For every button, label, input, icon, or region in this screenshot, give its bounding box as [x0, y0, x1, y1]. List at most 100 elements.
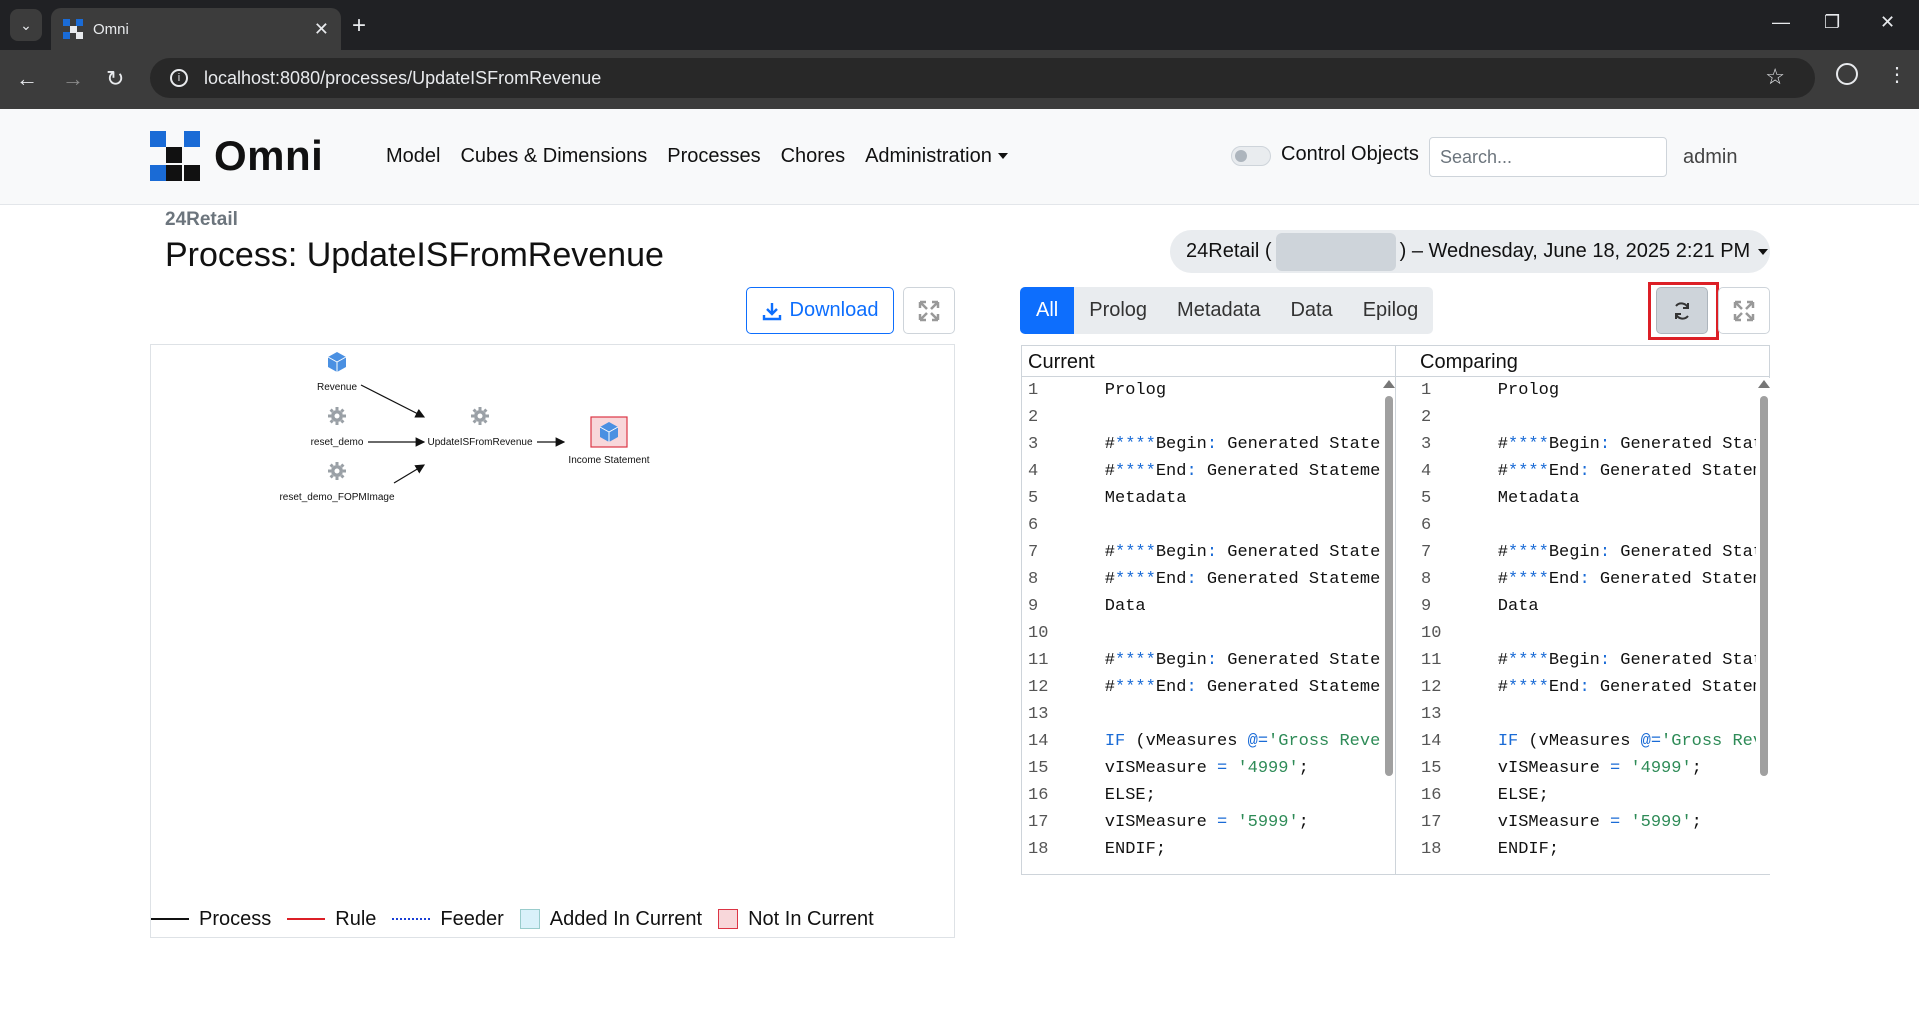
tab-close-icon[interactable]: ✕ [314, 19, 329, 40]
code-line: 13 [1415, 701, 1770, 728]
code-line: 9 Data [1022, 593, 1395, 620]
comparing-scrollbar[interactable] [1756, 378, 1770, 874]
version-selector[interactable]: 24Retail ( ) – Wednesday, June 18, 2025 … [1170, 230, 1770, 273]
line-number: 9 [1028, 597, 1039, 616]
line-number: 6 [1421, 516, 1432, 535]
back-icon[interactable]: ← [16, 66, 38, 92]
logo-text: Omni [214, 132, 324, 179]
nav-processes[interactable]: Processes [667, 145, 760, 168]
tab-all[interactable]: All [1020, 287, 1075, 334]
line-number: 14 [1421, 732, 1442, 751]
code-line: 15 vISMeasure = '4999'; [1415, 755, 1770, 782]
control-objects-toggle[interactable] [1231, 146, 1271, 166]
code-line: 6 [1415, 512, 1770, 539]
code-line: 6 [1022, 512, 1395, 539]
code-line: 7 #****Begin: Generated Stateme [1415, 539, 1770, 566]
browser-tab[interactable]: Omni ✕ [51, 8, 341, 50]
line-number: 9 [1421, 597, 1432, 616]
site-info-icon[interactable]: i [170, 69, 188, 87]
profile-icon[interactable] [1836, 63, 1858, 85]
line-number: 11 [1028, 651, 1049, 670]
omni-logo[interactable]: Omni [150, 131, 323, 181]
line-number: 12 [1028, 678, 1049, 697]
line-number: 18 [1028, 840, 1049, 859]
browser-tabbar: ⌄ Omni ✕ + — ❐ ✕ [0, 0, 1919, 50]
legend-not-in-current: Not In Current [718, 908, 874, 931]
current-scrollbar[interactable] [1381, 378, 1395, 874]
code-line: 11 #****Begin: Generated Statement [1022, 647, 1395, 674]
app-header: Omni Model Cubes & Dimensions Processes … [0, 109, 1919, 205]
restore-icon[interactable]: ❐ [1824, 12, 1840, 33]
line-number: 14 [1028, 732, 1049, 751]
code-line: 3 #****Begin: Generated Stateme [1415, 431, 1770, 458]
code-line: 4 #****End: Generated Statements* [1022, 458, 1395, 485]
expand-icon [1733, 300, 1755, 321]
legend-process: Process [151, 908, 271, 931]
diff-fullscreen-button[interactable] [1718, 287, 1770, 334]
line-number: 6 [1028, 516, 1039, 535]
download-button[interactable]: Download [746, 287, 894, 334]
line-number: 15 [1421, 759, 1442, 778]
user-menu[interactable]: admin [1683, 146, 1737, 169]
tab-search-icon[interactable]: ⌄ [10, 9, 42, 41]
node-label-income-statement: Income Statement [568, 455, 650, 466]
line-number: 17 [1421, 813, 1442, 832]
search-input[interactable] [1429, 137, 1667, 177]
tab-data[interactable]: Data [1275, 287, 1347, 334]
tab-prolog[interactable]: Prolog [1074, 287, 1162, 334]
line-number: 10 [1028, 624, 1049, 643]
browser-menu-icon[interactable]: ⋮ [1887, 62, 1907, 87]
nav-chores[interactable]: Chores [781, 145, 845, 168]
forward-icon[interactable]: → [62, 66, 84, 92]
current-code[interactable]: 1 Prolog 2 3 #****Begin: Generated State… [1022, 377, 1395, 863]
code-line: 2 [1415, 404, 1770, 431]
code-line: 18 ENDIF; [1415, 836, 1770, 863]
line-number: 8 [1421, 570, 1432, 589]
tab-metadata[interactable]: Metadata [1162, 287, 1275, 334]
code-line: 17 vISMeasure = '5999'; [1415, 809, 1770, 836]
lineage-diagram[interactable]: Revenue reset_demo reset_demo_FOPMImage … [150, 344, 955, 938]
nav-cubes-dimensions[interactable]: Cubes & Dimensions [460, 145, 647, 168]
code-line: 16 ELSE; [1415, 782, 1770, 809]
updateisfromrevenue-gear-icon[interactable] [470, 406, 490, 426]
control-objects-label: Control Objects [1281, 143, 1419, 165]
node-label-revenue: Revenue [316, 382, 358, 393]
omni-logo-icon [150, 131, 200, 181]
line-number: 13 [1028, 705, 1049, 724]
code-line: 5 Metadata [1022, 485, 1395, 512]
minimize-icon[interactable]: — [1772, 12, 1790, 33]
new-tab-icon[interactable]: + [352, 12, 366, 40]
reset-demo-fopmimage-gear-icon[interactable] [327, 461, 347, 481]
reset-demo-gear-icon[interactable] [327, 406, 347, 426]
nav-administration-dropdown[interactable]: Administration [865, 145, 1008, 168]
code-line: 9 Data [1415, 593, 1770, 620]
line-number: 4 [1421, 462, 1432, 481]
current-pane[interactable]: Current 1 Prolog 2 3 #****Begin: Generat… [1022, 346, 1396, 874]
code-line: 5 Metadata [1415, 485, 1770, 512]
tab-epilog[interactable]: Epilog [1348, 287, 1434, 334]
reload-icon[interactable]: ↻ [106, 66, 124, 92]
window-close-icon[interactable]: ✕ [1880, 12, 1895, 33]
code-line: 1 Prolog [1022, 377, 1395, 404]
breadcrumb[interactable]: 24Retail [165, 209, 238, 231]
code-line: 7 #****Begin: Generated Statement [1022, 539, 1395, 566]
legend-added-swatch [519, 909, 540, 929]
code-line: 13 [1022, 701, 1395, 728]
legend-feeder: Feeder [392, 908, 504, 931]
diagram-canvas [360, 384, 628, 484]
nav-model[interactable]: Model [386, 145, 440, 168]
line-number: 2 [1421, 408, 1432, 427]
line-number: 1 [1421, 381, 1432, 400]
line-number: 5 [1421, 489, 1432, 508]
revenue-cube-icon[interactable] [327, 351, 347, 373]
diff-editor[interactable]: Current 1 Prolog 2 3 #****Begin: Generat… [1021, 345, 1770, 875]
comparing-pane[interactable]: Comparing 1 Prolog 2 3 #****Begin: Gener… [1396, 346, 1770, 874]
line-number: 10 [1421, 624, 1442, 643]
income-statement-cube-icon[interactable] [599, 421, 619, 443]
bookmark-star-icon[interactable]: ☆ [1765, 64, 1785, 90]
diagram-fullscreen-button[interactable] [903, 287, 955, 334]
address-bar[interactable]: i localhost:8080/processes/UpdateISFromR… [150, 58, 1815, 98]
page-title: Process: UpdateISFromRevenue [165, 236, 664, 274]
comparing-code[interactable]: 1 Prolog 2 3 #****Begin: Generated State… [1396, 377, 1770, 863]
redacted-version-id [1275, 232, 1396, 271]
